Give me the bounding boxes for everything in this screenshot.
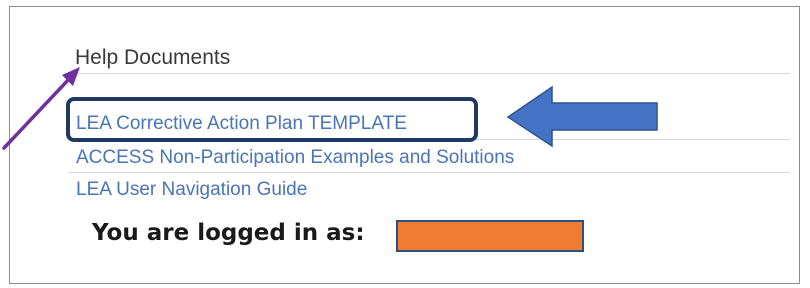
annotation-overlay	[2, 67, 658, 150]
blue-block-arrow-icon	[506, 85, 658, 148]
purple-arrow-icon	[2, 67, 80, 150]
